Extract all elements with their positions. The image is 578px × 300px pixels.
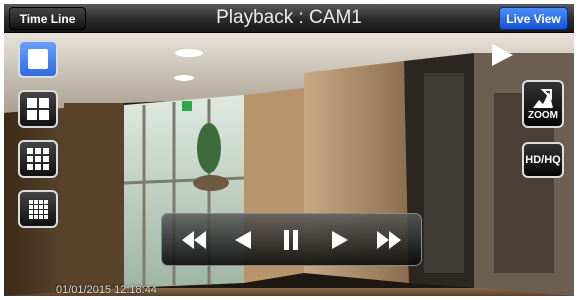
- sixteen-view-icon: [28, 199, 48, 219]
- video-timestamp: 01/01/2015 12:18:44: [56, 284, 157, 296]
- layout-4x4-button[interactable]: [18, 190, 58, 228]
- page-title: Playback : CAM1: [216, 7, 362, 28]
- zoom-icon: [533, 88, 553, 108]
- play-button[interactable]: [322, 222, 358, 258]
- pause-button[interactable]: [273, 222, 309, 258]
- nine-view-icon: [27, 148, 49, 170]
- zoom-label: ZOOM: [528, 109, 558, 121]
- hd-hq-label: HD/HQ: [525, 154, 561, 166]
- layout-2x2-button[interactable]: [18, 90, 58, 128]
- hd-hq-button[interactable]: HD/HQ: [522, 142, 564, 178]
- layout-1x1-button[interactable]: [18, 40, 58, 78]
- playback-screen: Time Line Playback : CAM1 Live View ZOOM…: [4, 4, 574, 296]
- fast-forward-icon: [376, 230, 401, 249]
- fast-backward-icon: [182, 230, 207, 249]
- fast-backward-button[interactable]: [176, 222, 212, 258]
- next-camera-icon[interactable]: [490, 43, 514, 67]
- playback-control-bar: [161, 213, 422, 266]
- play-icon: [332, 230, 349, 249]
- quad-view-icon: [27, 98, 49, 120]
- live-view-button[interactable]: Live View: [499, 7, 568, 30]
- single-view-icon: [28, 49, 48, 69]
- zoom-button[interactable]: ZOOM: [522, 80, 564, 128]
- camera-video-view[interactable]: ZOOM HD/HQ 01/01/2015 12:18:44: [4, 33, 574, 296]
- reverse-play-icon: [234, 230, 251, 249]
- layout-3x3-button[interactable]: [18, 140, 58, 178]
- pause-icon: [284, 229, 299, 250]
- fast-forward-button[interactable]: [371, 222, 407, 258]
- top-bar: Time Line Playback : CAM1 Live View: [4, 4, 574, 33]
- reverse-play-button[interactable]: [225, 222, 261, 258]
